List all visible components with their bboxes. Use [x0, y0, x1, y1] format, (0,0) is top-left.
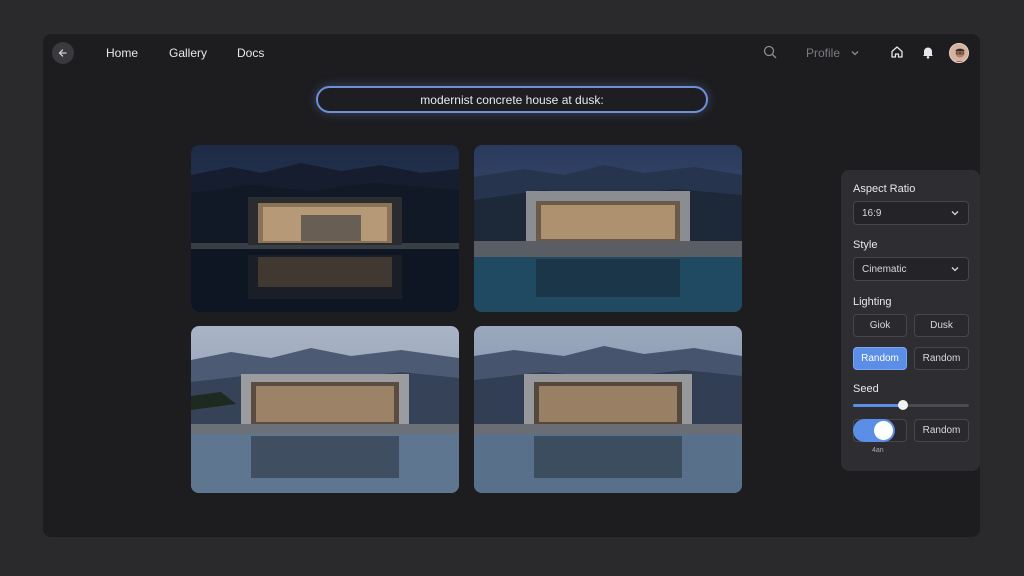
- style-value: Cinematic: [862, 263, 907, 275]
- chevron-down-icon: [951, 211, 959, 216]
- seed-slider-fill: [853, 404, 903, 407]
- toggle-caption: 4an: [872, 447, 884, 454]
- seed-random-button[interactable]: Random: [914, 419, 969, 442]
- home-icon[interactable]: [890, 45, 904, 64]
- profile-label: Profile: [806, 46, 841, 60]
- prompt-text: modernist concrete house at dusk:: [420, 92, 604, 107]
- avatar[interactable]: [949, 43, 969, 63]
- lighting-option-giok[interactable]: Giok: [853, 314, 907, 337]
- lighting-option-random[interactable]: Random: [914, 347, 969, 370]
- profile-menu[interactable]: Profile: [806, 46, 860, 60]
- seed-label: Seed: [853, 383, 879, 395]
- arrow-left-icon: [58, 49, 67, 57]
- generated-image-4[interactable]: [474, 326, 742, 493]
- generated-image-1[interactable]: [191, 145, 459, 312]
- prompt-input[interactable]: modernist concrete house at dusk:: [316, 86, 708, 113]
- generated-image-2[interactable]: [474, 145, 742, 312]
- chevron-down-icon: [951, 267, 959, 272]
- generated-image-3[interactable]: [191, 326, 459, 493]
- aspect-ratio-label: Aspect Ratio: [853, 183, 916, 195]
- lighting-label: Lighting: [853, 296, 892, 308]
- back-button[interactable]: [52, 42, 74, 64]
- lighting-option-random-active[interactable]: Random: [853, 347, 907, 370]
- style-label: Style: [853, 239, 878, 251]
- seed-slider-handle[interactable]: [897, 400, 908, 410]
- bell-icon[interactable]: [921, 45, 935, 64]
- chevron-down-icon: [851, 51, 859, 56]
- aspect-ratio-select[interactable]: 16:9: [853, 201, 969, 225]
- nav-docs[interactable]: Docs: [237, 46, 264, 60]
- nav-gallery[interactable]: Gallery: [169, 46, 207, 60]
- search-icon[interactable]: [763, 45, 777, 64]
- toggle-knob: [874, 421, 893, 440]
- lighting-option-dusk[interactable]: Dusk: [914, 314, 969, 337]
- aspect-ratio-value: 16:9: [862, 207, 882, 219]
- style-select[interactable]: Cinematic: [853, 257, 969, 281]
- nav-home[interactable]: Home: [106, 46, 138, 60]
